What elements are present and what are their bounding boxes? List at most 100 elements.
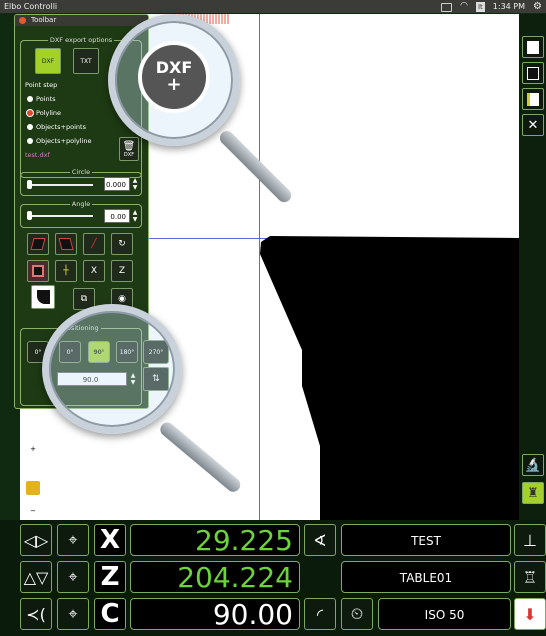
x-axis-tool[interactable]: X <box>83 260 105 282</box>
horizontal-arrows-icon: ◁▷ <box>23 530 49 550</box>
window-icon[interactable] <box>441 3 453 12</box>
shape-icon <box>58 238 74 250</box>
radio-polyline[interactable]: Polyline <box>27 109 61 117</box>
export-tool-icon: ⬇ <box>523 604 537 624</box>
radio-points[interactable]: Points <box>27 95 56 103</box>
zoom-minus-icon: − <box>29 507 37 515</box>
right-tool-1[interactable] <box>522 36 544 58</box>
tool-shape-icon <box>527 92 539 106</box>
angle-slider-knob[interactable] <box>27 211 32 220</box>
shape-tool-3[interactable]: ╱ <box>83 233 105 255</box>
x-move-button[interactable]: ◁▷ <box>20 524 52 556</box>
angle-spin-arrows[interactable]: ▲ ▼ <box>131 209 139 223</box>
clock-holder-icon: ⏲ <box>350 604 364 623</box>
radio-objects-points[interactable]: Objects+points <box>27 123 86 131</box>
lamp-icon: ♜ <box>527 485 539 501</box>
angle-label: Angle <box>69 200 93 208</box>
radius-icon: ◜ <box>316 604 324 624</box>
z-move-button[interactable]: △▽ <box>20 561 52 593</box>
diagonal-line-icon: ╱ <box>91 239 97 249</box>
tools-cross-icon: ✕ <box>527 117 539 133</box>
tool-shape-icon <box>527 66 539 80</box>
crosshair-tool[interactable]: ┼ <box>55 260 77 282</box>
vertical-arrows-icon: △▽ <box>23 567 49 587</box>
program-name[interactable]: TEST <box>341 524 511 556</box>
right-tool-4[interactable]: ✕ <box>522 114 544 136</box>
wifi-icon[interactable]: ◠ <box>460 0 468 13</box>
delete-dxf-button[interactable]: 🗑 DXF <box>119 137 139 161</box>
x-value: 29.225 <box>130 524 300 557</box>
system-bar: Elbo Controlli ◠ It 1:34 PM ⚙ <box>0 0 546 13</box>
radius-measure-button[interactable]: ◜ <box>304 598 336 630</box>
zoom-track <box>31 455 35 503</box>
c-axis-label: C <box>94 598 126 630</box>
profile-tool[interactable] <box>31 285 55 309</box>
clock: 1:34 PM <box>492 2 526 11</box>
circle-spin-arrows[interactable]: ▲ ▼ <box>131 177 139 191</box>
taper-name[interactable]: ISO 50 <box>378 598 511 630</box>
shape-icon <box>30 238 46 250</box>
x-zero-button[interactable]: ⌖ <box>57 524 89 556</box>
axes-icon: ⊥ <box>523 530 537 550</box>
app-title: Elbo Controlli <box>4 2 58 11</box>
app-window: Elbo Controlli ◠ It 1:34 PM ⚙ Toolbar DX… <box>0 0 546 636</box>
dro-panel: ◁▷ ⌖ X 29.225 ∢ TEST ⊥ △▽ ⌖ Z 204.224 TA… <box>0 520 546 636</box>
dxf-export-label: DXF export options <box>47 36 115 44</box>
tool-shape-icon <box>527 40 539 54</box>
right-toolbar: ✕ 🔬 ♜ <box>519 14 546 520</box>
frame-icon <box>32 265 44 277</box>
dxf-refresh-badge: DXF + <box>138 41 210 113</box>
x-axis-label: X <box>94 524 126 556</box>
settings-icon[interactable]: ⚙ <box>533 0 542 13</box>
c-zero-button[interactable]: ⌖ <box>57 598 89 630</box>
shape-tool-1[interactable] <box>27 233 49 255</box>
angle-measure-button[interactable]: ∢ <box>304 524 336 556</box>
c-value: 90.00 <box>130 598 300 631</box>
trash-icon: 🗑 <box>122 140 136 152</box>
toolbar-title: Toolbar <box>15 15 148 26</box>
profile-icon <box>36 290 50 304</box>
axes-button[interactable]: ⊥ <box>514 524 546 556</box>
angle-value-input[interactable]: 0.00 <box>104 209 130 223</box>
right-tool-3[interactable] <box>522 88 544 110</box>
lamp-button[interactable]: ♜ <box>522 482 544 504</box>
z-value: 204.224 <box>130 561 300 594</box>
circle-slider-knob[interactable] <box>27 180 32 189</box>
camera-icon: ⧉ <box>80 294 88 304</box>
zoom-slider[interactable]: + − <box>26 445 40 515</box>
microscope-button[interactable]: 🔬 <box>522 454 544 476</box>
zero-axis-icon: ⌖ <box>68 567 78 586</box>
angle-icon: ∢ <box>313 530 327 550</box>
close-icon[interactable] <box>19 17 26 24</box>
shape-tool-2[interactable] <box>55 233 77 255</box>
dxf-export-button[interactable]: DXF <box>35 48 61 74</box>
angle-slider[interactable] <box>27 215 93 217</box>
point-step-label: Point step <box>25 81 58 89</box>
frame-tool[interactable] <box>27 260 49 282</box>
magnifier-lens-top: DXF + <box>108 14 240 146</box>
tool-holder-icon: ♖ <box>522 567 538 587</box>
rotate-icon: ↻ <box>118 239 126 249</box>
zoom-knob[interactable] <box>26 481 40 495</box>
zero-axis-icon: ⌖ <box>68 604 78 623</box>
right-tool-2[interactable] <box>522 62 544 84</box>
filename-label: test.dxf <box>25 151 50 159</box>
zoom-plus-icon: + <box>29 445 37 453</box>
z-zero-button[interactable]: ⌖ <box>57 561 89 593</box>
circle-value-input[interactable]: 0.000 <box>104 177 130 191</box>
table-name[interactable]: TABLE01 <box>341 561 511 593</box>
z-axis-label: Z <box>94 561 126 593</box>
circle-slider[interactable] <box>27 184 93 186</box>
crosshair-icon: ┼ <box>63 266 69 276</box>
txt-export-button[interactable]: TXT <box>73 48 99 74</box>
export-button[interactable]: ⬇ <box>514 598 546 630</box>
tool-holder-button[interactable]: ♖ <box>514 561 546 593</box>
z-axis-tool[interactable]: Z <box>111 260 133 282</box>
z-axis-icon: Z <box>118 266 126 276</box>
c-move-button[interactable]: ≺( <box>20 598 52 630</box>
holder-settings-button[interactable]: ⏲ <box>341 598 373 630</box>
radio-objects-polyline[interactable]: Objects+polyline <box>27 137 92 145</box>
x-axis-icon: X <box>90 266 98 276</box>
keyboard-layout-icon[interactable]: It <box>475 1 485 12</box>
rotate-tool[interactable]: ↻ <box>111 233 133 255</box>
